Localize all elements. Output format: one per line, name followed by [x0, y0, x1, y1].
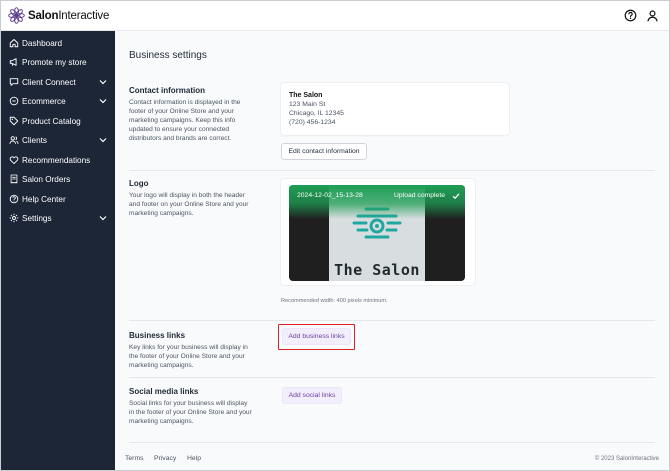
logo-section-title: Logo — [129, 179, 149, 188]
cart-icon — [9, 96, 19, 106]
sidebar-item-settings[interactable]: Settings — [1, 209, 115, 228]
sidebar-item-ecommerce[interactable]: Ecommerce — [1, 92, 115, 111]
megaphone-icon — [9, 58, 17, 66]
tag-icon — [9, 116, 19, 126]
logo-preview-image: 2024-12-02_15-13-28 Upload complete The … — [289, 185, 465, 281]
gear-icon — [9, 213, 19, 223]
check-icon — [452, 193, 460, 200]
upload-status-overlay — [289, 185, 465, 219]
logo-image-text: The Salon — [334, 261, 420, 279]
contact-address-line1: 123 Main St — [289, 101, 326, 108]
sidebar-item-label: Recommendations — [22, 156, 91, 165]
chat-icon — [9, 78, 19, 86]
sidebar-item-label: Salon Orders — [22, 175, 71, 184]
contact-section-description: Contact information is displayed in the … — [129, 99, 241, 142]
edit-contact-button[interactable]: Edit contact information — [281, 143, 367, 160]
contact-phone: (720) 456-1234 — [289, 119, 336, 126]
chevron-down-icon[interactable] — [99, 98, 107, 104]
brand-name: SalonInteractive — [28, 9, 110, 22]
sidebar-item-label: Product Catalog — [22, 117, 81, 126]
users-icon — [9, 136, 19, 144]
sidebar-item-label: Help Center — [22, 195, 66, 204]
contact-name: The Salon — [289, 92, 323, 99]
sidebar-item-clients[interactable]: Clients — [1, 131, 115, 150]
main-content: Business settings Contact information Co… — [115, 31, 669, 470]
user-icon[interactable] — [646, 9, 659, 22]
business-links-description: Key links for your business will display… — [129, 344, 248, 369]
sidebar-item-dashboard[interactable]: Dashboard — [1, 34, 115, 53]
home-icon — [9, 39, 19, 48]
sidebar-item-label: Client Connect — [22, 78, 76, 87]
logo-section-description: Your logo will display in both the heade… — [129, 192, 249, 217]
footer-link-privacy[interactable]: Privacy — [154, 455, 176, 462]
question-circle-icon[interactable] — [624, 9, 637, 22]
upload-status: Upload complete — [394, 192, 446, 199]
social-links-title: Social media links — [129, 387, 199, 396]
sidebar-item-label: Clients — [22, 136, 48, 145]
sidebar-item-salon-orders[interactable]: Salon Orders — [1, 170, 115, 189]
footer-link-help[interactable]: Help — [187, 455, 201, 462]
help-icon — [9, 194, 19, 204]
footer: Terms Privacy Help © 2023 SalonInteracti… — [115, 450, 669, 470]
logo-recommendation: Recommended width: 400 pixels minimum. — [281, 298, 388, 304]
contact-address-line2: Chicago, IL 12345 — [289, 110, 344, 117]
section-divider — [129, 442, 655, 443]
logo-upload-box[interactable]: 2024-12-02_15-13-28 Upload complete The … — [281, 179, 475, 285]
section-divider — [129, 320, 655, 321]
footer-copyright: © 2023 SalonInteractive — [594, 456, 659, 462]
app-window: SalonInteractive Dashboard Promote my st… — [0, 0, 670, 471]
sidebar-item-label: Dashboard — [22, 39, 63, 48]
flower-logo-icon — [8, 7, 25, 24]
sidebar-item-help-center[interactable]: Help Center — [1, 190, 115, 209]
receipt-icon — [10, 174, 18, 184]
add-social-links-button[interactable]: Add social links — [282, 387, 342, 404]
sidebar: Dashboard Promote my store Client Connec… — [1, 31, 115, 470]
sidebar-item-promote-my-store[interactable]: Promote my store — [1, 53, 115, 72]
sidebar-item-recommendations[interactable]: Recommendations — [1, 151, 115, 170]
page-title: Business settings — [129, 50, 207, 61]
heart-icon — [9, 156, 19, 165]
footer-link-terms[interactable]: Terms — [125, 455, 144, 462]
chevron-down-icon[interactable] — [99, 215, 107, 221]
sidebar-item-label: Settings — [22, 214, 52, 223]
section-divider — [129, 377, 655, 378]
sidebar-item-label: Ecommerce — [22, 97, 66, 106]
section-divider — [129, 170, 655, 171]
chevron-down-icon[interactable] — [99, 79, 107, 85]
business-links-title: Business links — [129, 331, 186, 340]
social-links-description: Social links for your business will disp… — [129, 400, 252, 425]
brand-logo[interactable]: SalonInteractive — [8, 7, 109, 24]
top-bar: SalonInteractive — [1, 1, 669, 31]
contact-card: The Salon 123 Main St Chicago, IL 12345 … — [281, 83, 509, 135]
add-business-links-button[interactable]: Add business links — [282, 328, 351, 345]
uploaded-file-name: 2024-12-02_15-13-28 — [297, 192, 363, 199]
sidebar-item-client-connect[interactable]: Client Connect — [1, 73, 115, 92]
chevron-down-icon[interactable] — [99, 137, 107, 143]
contact-section-title: Contact information — [129, 86, 205, 95]
sidebar-item-product-catalog[interactable]: Product Catalog — [1, 112, 115, 131]
sidebar-item-label: Promote my store — [22, 58, 87, 67]
